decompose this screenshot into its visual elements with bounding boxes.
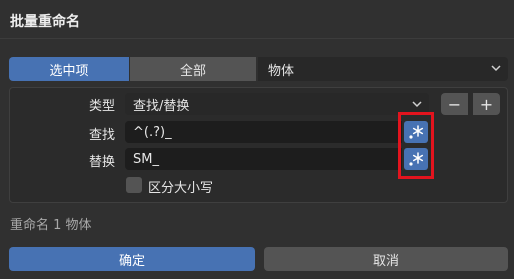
regex-highlight-box xyxy=(398,112,434,179)
confirm-button[interactable]: 确定 xyxy=(9,247,255,271)
dialog-title: 批量重命名 xyxy=(10,14,80,30)
batch-rename-dialog: 批量重命名 选中项 全部 物体 类型 查找/替换 − + 查找 ^(.?)_ 替… xyxy=(0,0,514,279)
title-divider xyxy=(0,38,514,39)
chevron-down-icon xyxy=(412,101,422,108)
scope-selected-button[interactable]: 选中项 xyxy=(9,57,129,81)
add-action-button[interactable]: + xyxy=(473,93,500,115)
replace-label: 替换 xyxy=(88,155,115,170)
find-input[interactable]: ^(.?)_ xyxy=(125,121,402,143)
replace-input[interactable]: SM_ xyxy=(125,148,402,170)
case-sensitive-label[interactable]: 区分大小写 xyxy=(148,177,213,196)
chevron-down-icon xyxy=(491,65,501,72)
action-type-value: 查找/替换 xyxy=(133,98,190,114)
type-label: 类型 xyxy=(88,99,115,114)
action-type-dropdown[interactable]: 查找/替换 xyxy=(125,93,429,115)
find-label: 查找 xyxy=(88,128,115,143)
case-sensitive-checkbox[interactable] xyxy=(126,177,142,193)
scope-all-button[interactable]: 全部 xyxy=(130,57,256,81)
data-type-value: 物体 xyxy=(268,63,295,79)
rename-status-text: 重命名 1 物体 xyxy=(10,218,92,233)
data-type-dropdown[interactable]: 物体 xyxy=(258,57,508,81)
remove-action-button[interactable]: − xyxy=(441,93,468,115)
cancel-button[interactable]: 取消 xyxy=(264,247,508,271)
